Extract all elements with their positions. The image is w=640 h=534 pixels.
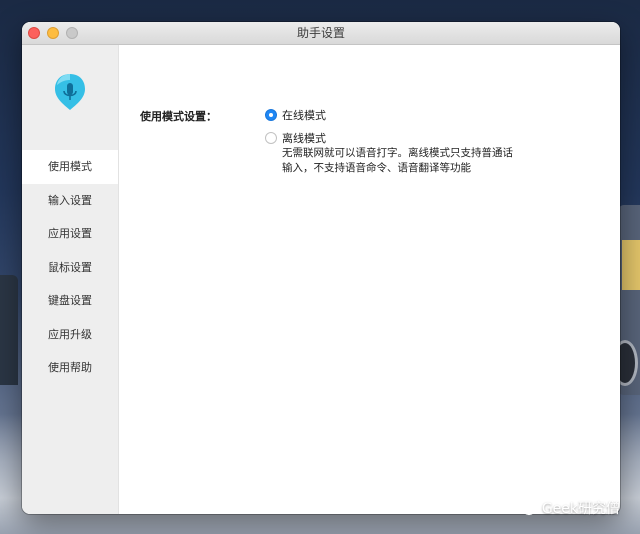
offline-mode-label: 离线模式 [282, 132, 326, 145]
sidebar-item-usage-mode[interactable]: 使用模式 [22, 150, 118, 184]
sidebar-item-app-upgrade[interactable]: 应用升级 [22, 318, 118, 352]
title-bar[interactable]: 助手设置 [22, 22, 620, 45]
assistant-logo-icon [55, 74, 85, 110]
sidebar-item-app-settings[interactable]: 应用设置 [22, 217, 118, 251]
watermark: Geek研究僧 [516, 498, 620, 518]
settings-window: 助手设置 使用模式 输入设置 应用设置 鼠标设置 键盘设置 应用升级 使用帮助 … [22, 22, 620, 514]
window-body: 使用模式 输入设置 应用设置 鼠标设置 键盘设置 应用升级 使用帮助 使用模式设… [22, 45, 620, 514]
desktop-tree [0, 275, 18, 385]
mode-setting-label: 使用模式设置： [140, 110, 217, 123]
sidebar-nav: 使用模式 输入设置 应用设置 鼠标设置 键盘设置 应用升级 使用帮助 [22, 150, 118, 385]
window-title: 助手设置 [296, 26, 345, 40]
sidebar-item-mouse-settings[interactable]: 鼠标设置 [22, 251, 118, 285]
offline-mode-radio[interactable] [265, 132, 277, 144]
sidebar-item-help[interactable]: 使用帮助 [22, 351, 118, 385]
sidebar: 使用模式 输入设置 应用设置 鼠标设置 键盘设置 应用升级 使用帮助 [22, 45, 119, 514]
offline-mode-option[interactable]: 离线模式 无需联网就可以语音打字。离线模式只支持普通话输入，不支持语音命令、语音… [265, 131, 514, 176]
online-mode-option[interactable]: 在线模式 [265, 108, 326, 123]
offline-mode-description: 无需联网就可以语音打字。离线模式只支持普通话输入，不支持语音命令、语音翻译等功能 [282, 147, 513, 174]
sidebar-item-keyboard-settings[interactable]: 键盘设置 [22, 284, 118, 318]
main-panel: 使用模式设置： 在线模式 离线模式 无需联网就可以语音打字。离线模式只支持普通话… [119, 45, 620, 514]
watermark-text: Geek研究僧 [541, 501, 620, 517]
online-mode-radio[interactable] [265, 109, 277, 121]
wechat-icon [516, 500, 535, 516]
desktop-van-window [622, 240, 640, 290]
sidebar-item-input-settings[interactable]: 输入设置 [22, 184, 118, 218]
online-mode-label: 在线模式 [282, 109, 326, 122]
